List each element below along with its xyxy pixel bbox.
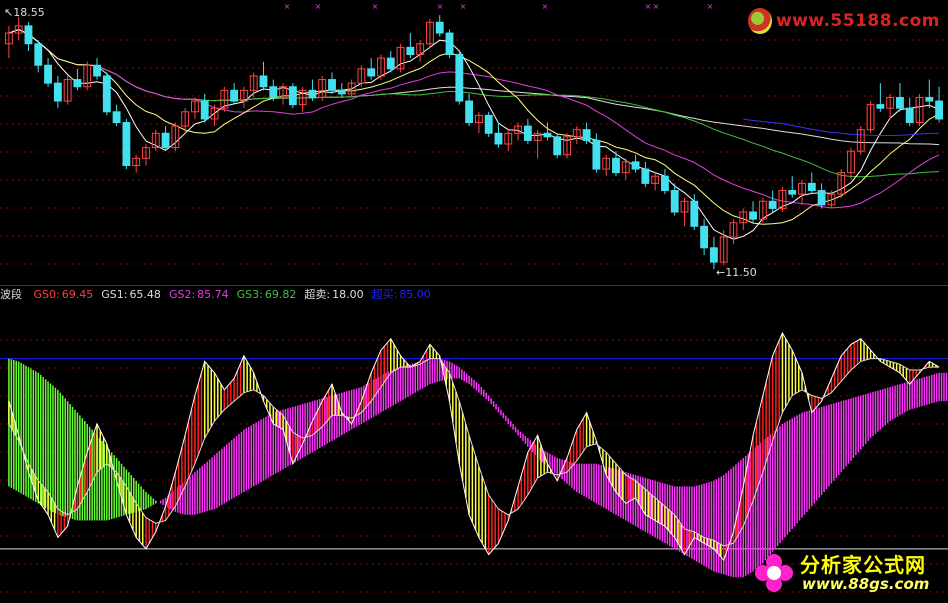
top-signal-mark: × xyxy=(372,2,379,11)
candle-body xyxy=(367,68,376,77)
candle-body xyxy=(386,57,395,70)
candle-body xyxy=(523,125,532,141)
candle-body xyxy=(328,79,336,91)
candle-body xyxy=(308,89,317,98)
candle-body xyxy=(670,190,679,213)
top-signal-mark: × xyxy=(645,2,652,11)
candle-body xyxy=(582,129,591,141)
low-price-arrow: ← xyxy=(716,266,726,279)
indicator-value-4: 18.00 xyxy=(332,288,364,301)
indicator-value-1: 65.48 xyxy=(129,288,161,301)
candle-body xyxy=(494,132,503,145)
indicator-value-2: 85.74 xyxy=(197,288,229,301)
candle-body xyxy=(592,139,601,170)
candle-body xyxy=(44,64,52,84)
high-price-value: 18.55 xyxy=(13,6,45,19)
candle-body xyxy=(445,32,454,56)
low-price-value: 11.50 xyxy=(725,266,757,279)
indicator-header: 波段 GS0: 69.45 GS1: 65.48 GS2: 85.74 GS3: 69.82 超… xyxy=(0,287,447,303)
logo-ring-icon xyxy=(748,8,772,34)
top-signal-mark: × xyxy=(284,2,291,11)
candle-body xyxy=(122,122,131,166)
candle-body xyxy=(53,82,62,102)
candle-body xyxy=(935,100,944,120)
ma20-line xyxy=(8,28,940,209)
top-signal-mark: × xyxy=(707,2,714,11)
candle-body xyxy=(102,75,111,113)
top-signal-mark: × xyxy=(542,2,549,11)
candle-body xyxy=(612,157,620,174)
candle-body xyxy=(161,132,170,149)
indicator-value-5: 85.00 xyxy=(399,288,431,301)
high-price-arrow: ↖ xyxy=(4,6,14,19)
watermark-bottom-url: www.88gs.com xyxy=(802,575,930,593)
ma40-line xyxy=(8,28,940,178)
candle-body xyxy=(631,161,640,170)
candle-body xyxy=(876,104,885,109)
watermark-bottom-title: 分析家公式网 xyxy=(800,553,926,577)
candle-body xyxy=(641,168,650,184)
candle-body xyxy=(905,107,914,124)
candle-body xyxy=(34,43,43,66)
candle-body xyxy=(455,54,464,102)
candle-body xyxy=(269,86,278,98)
candle-body xyxy=(200,100,209,120)
candle-body xyxy=(661,175,669,192)
low-price-label: ←11.50 xyxy=(716,266,757,279)
candle-body xyxy=(700,225,709,249)
candle-body xyxy=(543,132,552,138)
candle-body xyxy=(817,190,826,206)
top-signal-mark: × xyxy=(437,2,444,11)
flower-logo-icon xyxy=(755,554,793,592)
candle-body xyxy=(288,86,297,106)
indicator-name: 波段 xyxy=(0,288,22,301)
stock-chart[interactable]: × × × × × × × × × ↖18.55 ←11.50 波段 GS0: 69.45 GS1:… xyxy=(0,0,948,603)
candle-body xyxy=(484,114,493,134)
candle-body xyxy=(24,25,33,45)
candle-body xyxy=(709,247,718,263)
candle-body xyxy=(896,96,904,109)
indicator-key-2: GS2: xyxy=(168,288,196,301)
candle-body xyxy=(925,96,934,102)
indicator-value-0: 69.45 xyxy=(61,288,94,301)
candle-body xyxy=(93,64,101,77)
candle-body xyxy=(807,182,816,192)
indicator-key-0: GS0: xyxy=(33,288,60,301)
candle-body xyxy=(73,79,82,88)
top-signal-mark: × xyxy=(315,2,322,11)
candle-body xyxy=(230,89,239,102)
watermark-top-logo: www.55188.com xyxy=(748,6,940,36)
indicator-key-3: GS3: xyxy=(236,288,263,301)
top-signal-mark: × xyxy=(460,2,467,11)
high-price-label: ↖18.55 xyxy=(4,6,45,19)
watermark-bottom-logo: 分析家公式网 www.88gs.com xyxy=(748,547,944,599)
indicator-value-3: 69.82 xyxy=(264,288,297,301)
candle-body xyxy=(749,211,757,220)
candle-body xyxy=(337,89,346,95)
candle-body xyxy=(768,200,777,209)
candle-body xyxy=(788,190,797,195)
indicator-key-1: GS1: xyxy=(101,288,128,301)
candle-body xyxy=(690,200,699,227)
candle-body xyxy=(406,46,415,56)
indicator-key-4: 超卖: xyxy=(304,288,331,301)
indicator-key-5: 超买: xyxy=(371,288,398,301)
candle-body xyxy=(112,111,121,124)
candle-body xyxy=(553,136,562,156)
candle-body xyxy=(435,21,444,34)
watermark-top-url: www.55188.com xyxy=(775,11,940,31)
candle-body xyxy=(259,75,268,88)
top-signal-mark: × xyxy=(653,2,660,11)
candle-body xyxy=(465,100,474,124)
